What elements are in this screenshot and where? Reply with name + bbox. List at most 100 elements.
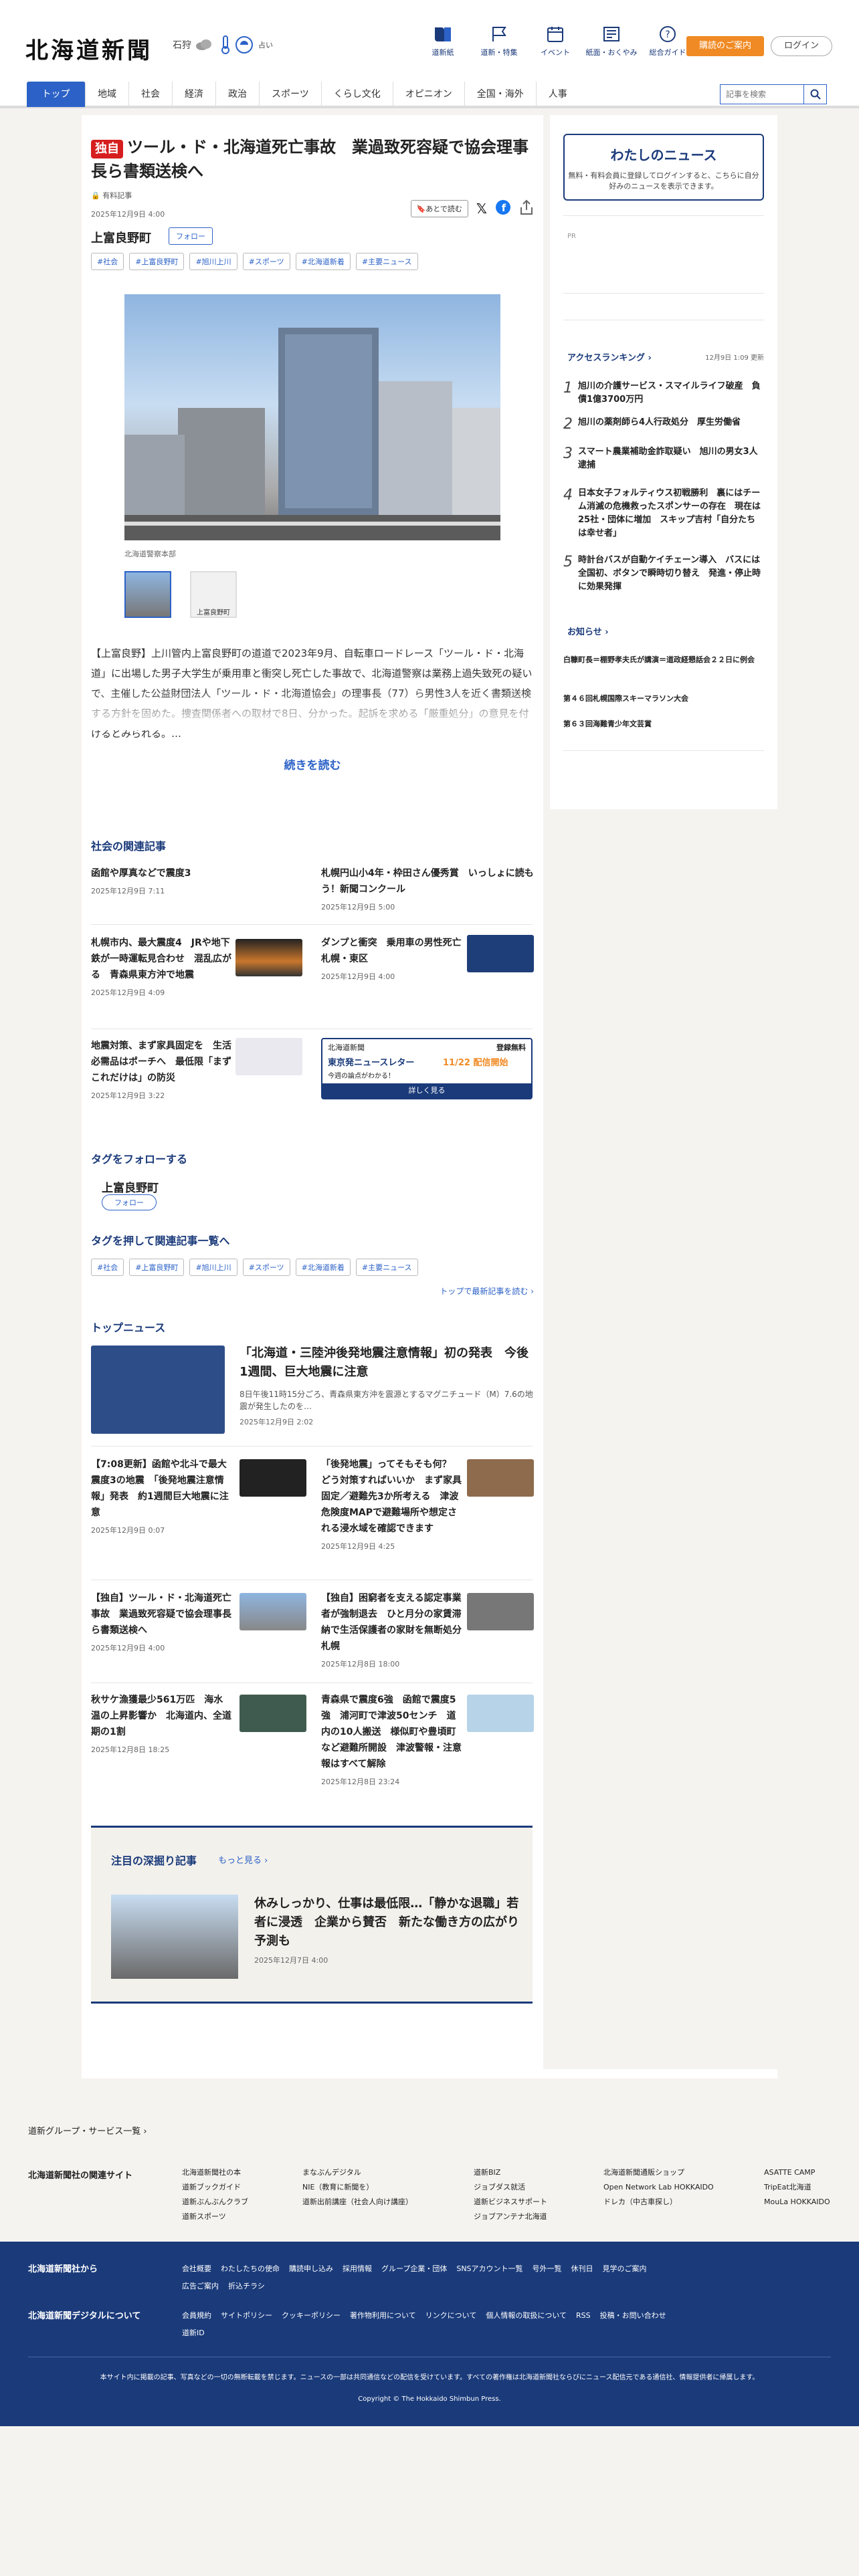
site-link[interactable]: ドレカ（中古車探し） bbox=[603, 2195, 764, 2210]
group-services-link[interactable]: 道新グループ・サービス一覧 › bbox=[28, 2124, 147, 2137]
newsletter-ad[interactable]: 北海道新聞 登録無料 東京発ニュースレター 11/22 配信開始 今週の論点がわ… bbox=[321, 1038, 533, 1099]
follow-location-button[interactable]: フォロー bbox=[169, 227, 213, 245]
footer-link[interactable]: 号外一覧 bbox=[533, 2264, 562, 2273]
footer-link[interactable]: 会社概要 bbox=[182, 2264, 211, 2273]
site-link[interactable]: 道新スポーツ bbox=[182, 2210, 302, 2224]
gnav-personnel[interactable]: 人事 bbox=[537, 82, 579, 107]
gnav-world[interactable]: 全国・海外 bbox=[465, 82, 537, 107]
site-link[interactable]: 道新出前講座（社会人向け講座） bbox=[302, 2195, 474, 2210]
related-item[interactable]: ダンプと衝突 乗用車の男性死亡 札幌・東区 2025年12月9日 4:00 bbox=[321, 935, 471, 982]
gnav-region[interactable]: 地域 bbox=[86, 82, 129, 107]
tag-society[interactable]: #社会 bbox=[91, 253, 124, 270]
share-icon[interactable] bbox=[519, 199, 534, 218]
related-item[interactable]: 函館や厚真などで震度3 2025年12月9日 7:11 bbox=[91, 865, 305, 896]
footer-link[interactable]: サイトポリシー bbox=[221, 2311, 272, 2320]
top-news-item[interactable]: 青森県で震度6強 函館で震度5強 浦河町で津波50センチ 道内の10人搬送 様似… bbox=[321, 1692, 462, 1787]
search-button[interactable] bbox=[804, 84, 827, 104]
thumbnail-1[interactable] bbox=[124, 571, 171, 618]
footer-link[interactable]: クッキーポリシー bbox=[282, 2311, 341, 2320]
site-link[interactable]: 道新ぶんぶんクラブ bbox=[182, 2195, 302, 2210]
my-news-box[interactable]: わたしのニュース 無料・有料会員に登録してログインすると、こちらに自分好みのニュ… bbox=[563, 134, 764, 201]
footer-link[interactable]: リンクについて bbox=[425, 2311, 477, 2320]
footer-link[interactable]: 広告ご案内 bbox=[182, 2282, 219, 2290]
ranking-item[interactable]: 2 旭川の薬剤師ら4人行政処分 厚生労働省 bbox=[563, 416, 764, 433]
notice-item[interactable]: 第６３回海難青少年文芸賞 bbox=[563, 718, 764, 729]
site-logo[interactable]: 北海道新聞 bbox=[25, 32, 153, 65]
top-news-item[interactable]: 【独自】困窮者を支える認定事業者が強制退去 ひと月分の家賃滞納で生活保護者の家財… bbox=[321, 1590, 471, 1669]
site-link[interactable]: まなぶんデジタル bbox=[302, 2165, 474, 2180]
search-input[interactable] bbox=[720, 84, 804, 104]
follow-tag-button[interactable]: フォロー bbox=[102, 1194, 157, 1210]
site-link[interactable]: 道新ブックガイド bbox=[182, 2180, 302, 2195]
site-link[interactable]: 道新BIZ bbox=[474, 2165, 603, 2180]
ranking-item[interactable]: 4 日本女子フォルティウス初戦勝利 裏にはチーム消滅の危機救ったスポンサーの存在 … bbox=[563, 487, 764, 540]
gnav-opinion[interactable]: オピニオン bbox=[393, 82, 465, 107]
gnav-culture[interactable]: くらし文化 bbox=[322, 82, 393, 107]
tag-hokkaido-new[interactable]: #北海道新着 bbox=[295, 1259, 351, 1276]
x-share-icon[interactable]: 𝕏 bbox=[476, 201, 487, 217]
footer-link[interactable]: 道新ID bbox=[182, 2329, 205, 2337]
gnav-politics[interactable]: 政治 bbox=[216, 82, 260, 107]
footer-link[interactable]: 購読申し込み bbox=[289, 2264, 333, 2273]
thumbnail-2[interactable]: 上富良野町 bbox=[190, 571, 237, 618]
nav-events[interactable]: イベント bbox=[527, 25, 583, 58]
gnav-top[interactable]: トップ bbox=[27, 82, 86, 107]
lead-article[interactable]: 「北海道・三陸沖後発地震注意情報」初の発表 今後1週間、巨大地震に注意 8日午後1… bbox=[240, 1344, 534, 1427]
nav-features[interactable]: 道新・特集 bbox=[471, 25, 527, 58]
footer-link[interactable]: 見学のご案内 bbox=[603, 2264, 647, 2273]
ranking-item[interactable]: 3 スマート農業補助金詐取疑い 旭川の男女3人逮捕 bbox=[563, 445, 764, 472]
article-hero-image[interactable] bbox=[124, 294, 500, 540]
deep-dive-article[interactable]: 休みしっかり、仕事は最低限…「静かな退職」若者に浸透 企業から賛否 新たな働き方… bbox=[254, 1895, 522, 1965]
site-link[interactable]: 北海道新聞通販ショップ bbox=[603, 2165, 764, 2180]
weather-widget[interactable]: 石狩 占い bbox=[173, 35, 273, 55]
footer-link[interactable]: 会員規約 bbox=[182, 2311, 211, 2320]
ad-button[interactable]: 詳しく見る bbox=[322, 1083, 531, 1098]
footer-link[interactable]: 折込チラシ bbox=[228, 2282, 265, 2290]
related-item[interactable]: 地震対策、まず家具固定を 生活必需品はポーチへ 最低限「まずこれだけは」の防災 2… bbox=[91, 1038, 231, 1101]
footer-link[interactable]: 採用情報 bbox=[343, 2264, 372, 2273]
deep-dive-more[interactable]: もっと見る › bbox=[218, 1853, 268, 1866]
footer-link[interactable]: わたしたちの使命 bbox=[221, 2264, 280, 2273]
subscribe-button[interactable]: 購読のご案内 bbox=[686, 36, 764, 56]
nav-newspaper[interactable]: 道新紙 bbox=[415, 25, 471, 58]
footer-link[interactable]: SNSアカウント一覧 bbox=[456, 2264, 522, 2273]
deep-dive-thumbnail[interactable] bbox=[111, 1895, 238, 1979]
top-news-item[interactable]: 【独自】ツール・ド・北海道死亡事故 業過致死容疑で協会理事長ら書類送検へ 2025… bbox=[91, 1590, 231, 1653]
footer-link[interactable]: 著作物利用について bbox=[350, 2311, 416, 2320]
site-link[interactable]: 道新ビジネスサポート bbox=[474, 2195, 603, 2210]
tag-kamifurano[interactable]: #上富良野町 bbox=[129, 1259, 185, 1276]
tag-sports[interactable]: #スポーツ bbox=[242, 1259, 290, 1276]
ranking-item[interactable]: 5 時計台バスが自動ケイチェーン導入 バスには全国初、ボタンで瞬時切り替え 発進・… bbox=[563, 554, 764, 594]
tag-main-news[interactable]: #主要ニュース bbox=[355, 1259, 418, 1276]
footer-link[interactable]: 休刊日 bbox=[571, 2264, 593, 2273]
site-link[interactable]: MouLa HOKKAIDO bbox=[764, 2195, 838, 2210]
footer-link[interactable]: 個人情報の取扱について bbox=[486, 2311, 567, 2320]
site-link[interactable]: 北海道新聞社の本 bbox=[182, 2165, 302, 2180]
top-news-item[interactable]: 「後発地震」ってそもそも何？ どう対策すればいいか まず家具固定／避難先3か所考… bbox=[321, 1457, 462, 1551]
gnav-society[interactable]: 社会 bbox=[129, 82, 173, 107]
footer-link[interactable]: グループ企業・団体 bbox=[381, 2264, 447, 2273]
site-link[interactable]: TripEat北海道 bbox=[764, 2180, 838, 2195]
tag-hokkaido-new[interactable]: #北海道新着 bbox=[295, 253, 351, 270]
footer-link[interactable]: RSS bbox=[576, 2311, 591, 2320]
read-later-button[interactable]: 🔖あとで読む bbox=[410, 200, 468, 217]
latest-news-link[interactable]: トップで最新記事を読む › bbox=[440, 1285, 534, 1297]
lead-thumbnail[interactable] bbox=[91, 1346, 225, 1434]
site-link[interactable]: ジョブダス就活 bbox=[474, 2180, 603, 2195]
login-button[interactable]: ログイン bbox=[771, 36, 832, 56]
related-item[interactable]: 札幌円山小4年・枠田さん優秀賞 いっしょに読もう！新聞コンクール 2025年12月… bbox=[321, 865, 535, 912]
tag-asahikawa[interactable]: #旭川上川 bbox=[189, 1259, 237, 1276]
footer-link[interactable]: 投稿・お問い合わせ bbox=[600, 2311, 666, 2320]
site-link[interactable]: ジョブアンテナ北海道 bbox=[474, 2210, 603, 2224]
site-link[interactable]: NIE（教育に新聞を） bbox=[302, 2180, 474, 2195]
top-news-item[interactable]: 【7:08更新】函館や北斗で最大震度3の地震 「後発地震注意情報」発表 約1週間… bbox=[91, 1457, 231, 1535]
nav-paper[interactable]: 紙面・おくやみ bbox=[583, 25, 640, 58]
tag-society[interactable]: #社会 bbox=[91, 1259, 124, 1276]
ranking-item[interactable]: 1 旭川の介護サービス・スマイルライフ破産 負債1億3700万円 bbox=[563, 380, 764, 407]
tag-main-news[interactable]: #主要ニュース bbox=[355, 253, 418, 270]
site-link[interactable]: ASATTE CAMP bbox=[764, 2165, 838, 2180]
notice-item[interactable]: 白糠町長＝棚野孝夫氏が講演＝道政経懇話会２２日に例会 bbox=[563, 654, 764, 665]
gnav-sports[interactable]: スポーツ bbox=[260, 82, 322, 107]
tag-asahikawa[interactable]: #旭川上川 bbox=[189, 253, 237, 270]
gnav-economy[interactable]: 経済 bbox=[173, 82, 216, 107]
